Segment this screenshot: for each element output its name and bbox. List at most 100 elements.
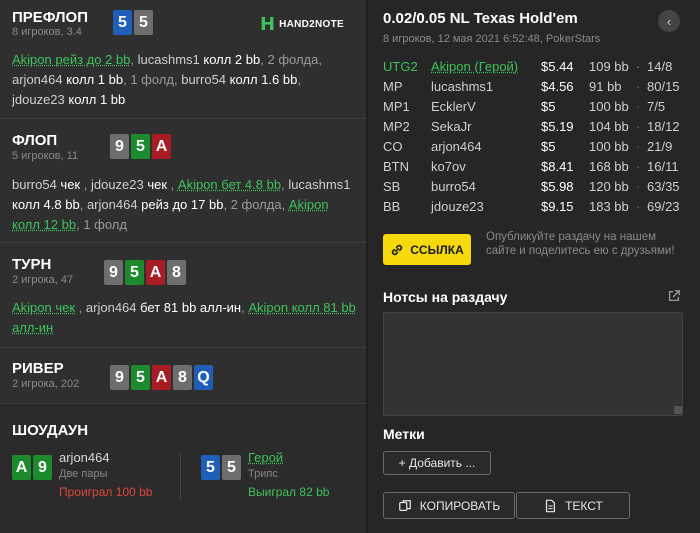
action-text: jdouze23 [90,177,148,192]
player-name: ko7ov [431,159,466,174]
showdown-section: ШОУДАУН A9 arjon464 Две пары Проиграл 10… [0,404,366,533]
action-text: , [318,52,322,67]
action-text: burro54 [12,177,61,192]
action-text: колл 1 bb [68,92,126,107]
player-stack: $5.44 [541,59,574,74]
separator: · [636,179,641,194]
action-text: , [80,177,91,192]
player-position: MP [383,79,403,94]
action-text: lucashms1 [288,177,351,192]
player-row[interactable]: MP lucashms1 $4.56 91 bb 80/15 · [383,78,693,98]
card: 8 [173,365,192,390]
player-stack: $5.19 [541,119,574,134]
card: 5 [222,455,241,480]
add-tag-button[interactable]: + Добавить ... [383,451,491,475]
preflop-cards: 55 [113,10,153,35]
card: 5 [131,365,150,390]
action-text: колл 1 bb [66,72,124,87]
showdown-hero-name[interactable]: Герой [248,450,283,465]
turn-subtitle: 2 игрока, 47 [12,274,74,286]
action-text: 2 фолда [267,52,319,67]
flop-subtitle: 5 игроков, 11 [12,150,78,162]
action-text: колл 1.6 bb [229,72,298,87]
action-text: , [223,197,231,212]
preflop-title: ПРЕФЛОП [12,9,88,26]
notes-textarea[interactable] [383,312,683,416]
showdown-divider [180,454,181,500]
player-row[interactable]: CO arjon464 $5 100 bb 21/9 · [383,138,693,158]
river-subtitle: 2 игрока, 202 [12,378,80,390]
player-row[interactable]: BTN ko7ov $8.41 168 bb 16/11 · [383,158,693,178]
share-link-label: ССЫЛКА [410,242,464,257]
player-row[interactable]: UTG2 Akipon (Герой) $5.44 109 bb 14/8 · [383,58,693,78]
action-text: arjon464 [85,300,141,315]
document-icon [545,499,556,512]
player-stats: 16/11 [647,159,679,174]
player-stack: $8.41 [541,159,574,174]
player-position: MP1 [383,99,410,114]
river-cards: 95A8Q [110,365,213,390]
hand2note-logo-text: HAND2NOTE [279,19,345,30]
preflop-section: ПРЕФЛОП 8 игроков, 3.4 55 H HAND2NOTE Ak… [0,0,366,119]
player-row[interactable]: MP2 SekaJr $5.19 104 bb 18/12 · [383,118,693,138]
card: A [152,134,171,159]
share-link-description: Опубликуйте раздачу на нашем сайте и под… [486,231,675,257]
river-section: РИВЕР 2 игрока, 202 95A8Q [0,348,366,404]
flop-section: ФЛОП 5 игроков, 11 95A burro54 чек , jdo… [0,119,366,243]
player-stats: 63/35 [647,179,680,194]
separator: · [636,199,641,214]
player-stack-bb: 120 bb [589,179,629,194]
player-name: EcklerV [431,99,476,114]
showdown-opponent-hand: Две пары [59,468,108,480]
notes-resize-handle[interactable] [674,406,682,414]
notes-title: Нотсы на раздачу [383,289,508,305]
separator: · [636,59,641,74]
player-name: lucashms1 [431,79,494,94]
action-text: 1 фолд [130,72,174,87]
player-stack: $9.15 [541,199,574,214]
card: 5 [134,10,153,35]
river-title: РИВЕР [12,360,64,377]
player-stack: $5 [541,139,556,154]
hero-action[interactable]: Akipon бет 4.8 bb [178,177,281,192]
text-button[interactable]: ТЕКСТ [516,492,630,519]
player-stats: 7/5 [647,99,666,114]
share-link-button[interactable]: ССЫЛКА [383,234,471,265]
card: A [12,455,31,480]
player-row[interactable]: BB jdouze23 $9.15 183 bb 69/23 · [383,198,693,218]
player-stack-bb: 168 bb [589,159,629,174]
action-text: колл 4.8 bb [12,197,80,212]
player-stack: $4.56 [541,79,574,94]
hero-action[interactable]: Akipon рейз до 2 bb [12,52,130,67]
action-text: lucashms1 [137,52,204,67]
turn-title: ТУРН [12,256,52,273]
player-row[interactable]: MP1 EcklerV $5 100 bb 7/5 · [383,98,693,118]
action-text: чек [147,177,168,192]
player-name: SekaJr [431,119,472,134]
separator: · [636,99,641,114]
player-stack-bb: 91 bb [589,79,622,94]
player-name: arjon464 [431,139,482,154]
player-stats: 14/8 [647,59,673,74]
player-stack-bb: 109 bb [589,59,629,74]
player-stack: $5.98 [541,179,574,194]
action-text: бет 81 bb алл-ин [140,300,242,315]
player-position: CO [383,139,403,154]
player-stack-bb: 100 bb [589,99,629,114]
showdown-opponent-result: Проиграл 100 bb [59,485,153,499]
card: 5 [113,10,132,35]
external-link-icon[interactable] [667,289,681,303]
hand2note-logo-icon: H [260,14,276,35]
player-position: BB [383,199,401,214]
copy-button[interactable]: КОПИРОВАТЬ [383,492,515,519]
player-position: UTG2 [383,59,418,74]
player-stack-bb: 104 bb [589,119,629,134]
flop-actions: burro54 чек , jdouze23 чек , Akipon бет … [12,175,357,235]
separator: · [636,159,641,174]
hero-action[interactable]: Akipon чек [12,300,75,315]
player-row[interactable]: SB burro54 $5.98 120 bb 63/35 · [383,178,693,198]
separator: · [636,119,641,134]
game-title: 0.02/0.05 NL Texas Hold'em [383,10,578,27]
link-icon [392,244,403,255]
back-arrow-icon[interactable]: ‹ [658,10,680,32]
